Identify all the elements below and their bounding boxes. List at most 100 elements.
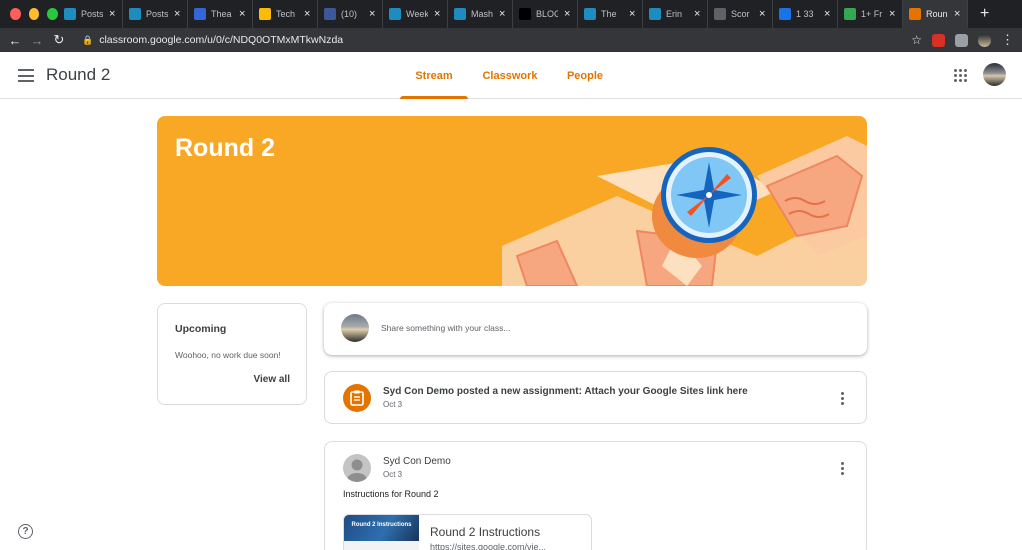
px-icon [844, 8, 856, 20]
wordpress-icon [129, 8, 141, 20]
author-avatar [343, 454, 371, 482]
bing-icon [779, 8, 791, 20]
close-tab-icon[interactable]: × [434, 8, 440, 20]
browser-tab[interactable]: Thea × [188, 0, 253, 28]
close-tab-icon[interactable]: × [629, 8, 635, 20]
google-apps-icon[interactable] [954, 69, 967, 82]
forward-button[interactable]: → [26, 33, 48, 48]
facebook-icon [324, 8, 336, 20]
main-menu-icon[interactable] [18, 69, 34, 82]
close-tab-icon[interactable]: × [499, 8, 505, 20]
more-options-icon[interactable] [841, 462, 844, 475]
close-tab-icon[interactable]: × [694, 8, 700, 20]
close-tab-icon[interactable]: × [889, 8, 895, 20]
browser-tab[interactable]: Posts × [123, 0, 188, 28]
post-date: Oct 3 [383, 400, 403, 409]
browser-tab[interactable]: The × [578, 0, 643, 28]
help-icon[interactable]: ? [18, 524, 33, 539]
tab-people[interactable]: People [552, 52, 618, 99]
account-avatar[interactable] [983, 63, 1006, 86]
user-avatar [341, 314, 369, 342]
tab-classwork[interactable]: Classwork [468, 52, 552, 99]
wordpress-icon [584, 8, 596, 20]
attachment-url: https://sites.google.com/vie... [430, 542, 547, 550]
tab-label: BLOG [536, 9, 558, 19]
tab-label: Erin [666, 9, 683, 19]
share-box[interactable]: Share something with your class... [324, 303, 867, 355]
url-text: classroom.google.com/u/0/c/NDQ0OTMxMTkwN… [99, 34, 344, 46]
close-tab-icon[interactable]: × [759, 8, 765, 20]
browser-tab[interactable]: Posts × [58, 0, 123, 28]
minimize-window-button[interactable] [28, 8, 40, 20]
browser-tab-bar: Posts × Posts × Thea × Tech × (10) × Week × Mash × BLO… [0, 0, 1022, 28]
attachment-title[interactable]: Round 2 Instructions [430, 525, 540, 539]
class-tabs: Stream Classwork People [400, 52, 618, 99]
scorm-icon [714, 8, 726, 20]
url-field[interactable]: 🔒 classroom.google.com/u/0/c/NDQ0OTMxMTk… [82, 28, 882, 52]
wordpress-icon [64, 8, 76, 20]
extension-icon[interactable] [955, 33, 968, 47]
assignment-icon [343, 384, 371, 412]
class-title[interactable]: Round 2 [46, 65, 110, 85]
browser-tab[interactable]: Erin × [643, 0, 708, 28]
close-tab-icon[interactable]: × [109, 8, 115, 20]
announcement-post: Syd Con Demo Oct 3 Instructions for Roun… [324, 441, 867, 550]
tab-label: Mash [471, 9, 493, 19]
bookmark-star-icon[interactable]: ☆ [911, 33, 922, 47]
browser-tab[interactable]: 1 33 × [773, 0, 838, 28]
tab-label: Thea [211, 9, 232, 19]
close-window-button[interactable] [10, 8, 21, 20]
browser-tab[interactable]: Tech × [253, 0, 318, 28]
close-tab-icon[interactable]: × [564, 8, 570, 20]
new-tab-button[interactable]: + [980, 5, 989, 23]
browser-tab[interactable]: (10) × [318, 0, 383, 28]
browser-tab[interactable]: Week × [383, 0, 448, 28]
close-tab-icon[interactable]: × [174, 8, 180, 20]
close-tab-icon[interactable]: × [369, 8, 375, 20]
attachment-card[interactable]: Round 2 Instructions Round 2 Instruction… [343, 514, 592, 550]
view-all-link[interactable]: View all [253, 374, 290, 385]
close-tab-icon[interactable]: × [304, 8, 310, 20]
lock-icon: 🔒 [82, 34, 94, 45]
tab-label: Week [406, 9, 428, 19]
close-tab-icon[interactable]: × [954, 8, 960, 20]
browser-tab[interactable]: Mash × [448, 0, 513, 28]
tab-label: Posts [81, 9, 103, 19]
window-controls [0, 8, 59, 20]
back-button[interactable]: ← [4, 33, 26, 48]
assignment-post[interactable]: Syd Con Demo posted a new assignment: At… [324, 371, 867, 424]
thumbnail-title: Round 2 Instructions [351, 522, 412, 528]
share-input[interactable]: Share something with your class... [381, 323, 510, 333]
post-author: Syd Con Demo [383, 456, 451, 467]
browser-tab[interactable]: Roun × [903, 0, 968, 28]
tab-label: The [601, 9, 617, 19]
wordpress-icon [454, 8, 466, 20]
close-tab-icon[interactable]: × [239, 8, 245, 20]
more-options-icon[interactable] [841, 392, 844, 405]
browser-tab[interactable]: BLOG × [513, 0, 578, 28]
browser-tab[interactable]: Scor × [708, 0, 773, 28]
tab-strip: Posts × Posts × Thea × Tech × (10) × Week × Mash × BLO… [58, 0, 968, 28]
tab-stream[interactable]: Stream [400, 52, 468, 99]
post-date: Oct 3 [383, 470, 403, 479]
extension-icon[interactable] [932, 33, 945, 47]
profile-icon[interactable] [978, 33, 991, 47]
tab-label: Posts [146, 9, 168, 19]
tab-label: Scor [731, 9, 750, 19]
address-bar: ← → ↻ 🔒 classroom.google.com/u/0/c/NDQ0O… [0, 28, 1022, 52]
tab-label: 1+ Fr [861, 9, 883, 19]
upcoming-title: Upcoming [175, 323, 227, 335]
wordpress-icon [389, 8, 401, 20]
close-tab-icon[interactable]: × [824, 8, 830, 20]
tab-label: 1 33 [796, 9, 814, 19]
upcoming-card: Upcoming Woohoo, no work due soon! View … [157, 303, 307, 405]
maximize-window-button[interactable] [47, 8, 59, 20]
browser-tab[interactable]: 1+ Fr × [838, 0, 903, 28]
tab-label: (10) [341, 9, 358, 19]
reload-button[interactable]: ↻ [48, 32, 70, 48]
wordpress-icon [649, 8, 661, 20]
classroom-icon [909, 8, 921, 20]
wix-icon [519, 8, 531, 20]
chrome-menu-icon[interactable]: ⋮ [1001, 32, 1014, 48]
post-title[interactable]: Syd Con Demo posted a new assignment: At… [383, 386, 748, 397]
